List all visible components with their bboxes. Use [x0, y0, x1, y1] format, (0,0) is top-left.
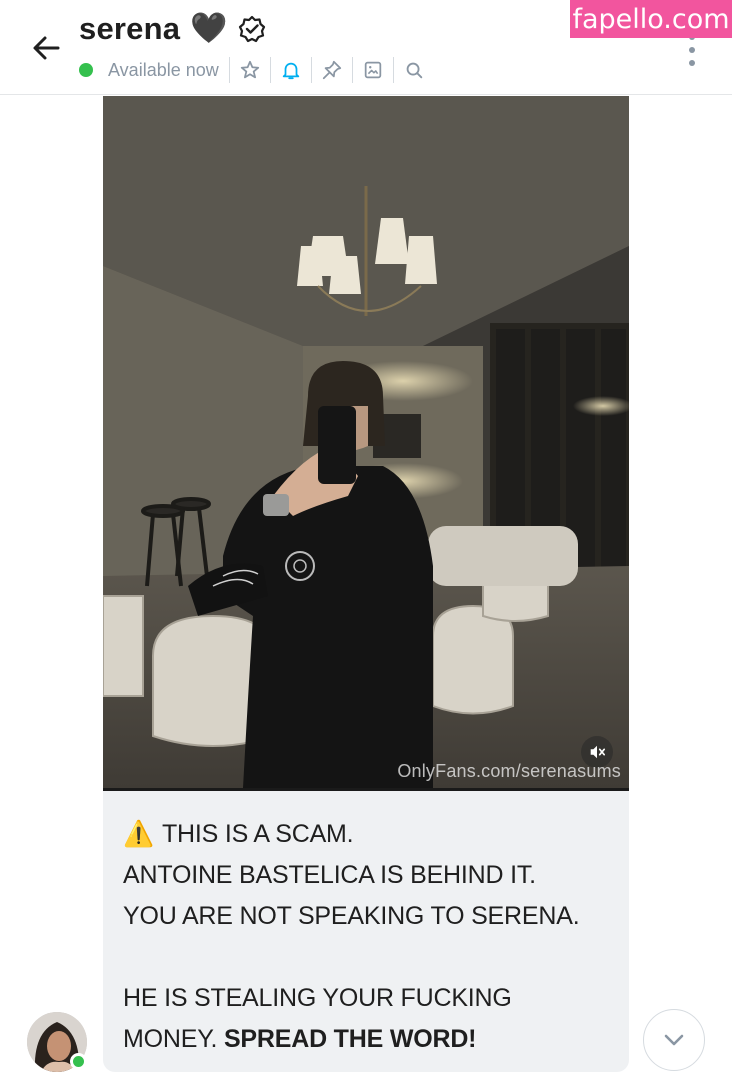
message-line: ⚠️ THIS IS A SCAM. [123, 814, 609, 855]
message-line: MONEY. SPREAD THE WORD! [123, 1019, 609, 1060]
message-line: ANTOINE BASTELICA IS BEHIND IT. [123, 861, 536, 889]
title-row: serena 🖤 [79, 8, 266, 50]
message-media-video[interactable]: OnlyFans.com/serenasums [103, 96, 629, 788]
chevron-down-icon [664, 1034, 684, 1046]
search-icon[interactable] [394, 56, 434, 84]
chat-header: serena 🖤 Available now fapello.com [0, 0, 732, 95]
back-arrow-icon [33, 36, 60, 60]
image-icon[interactable] [353, 56, 393, 84]
pin-icon[interactable] [312, 56, 352, 84]
status-text: Available now [108, 59, 219, 80]
muted-speaker-icon [590, 745, 606, 759]
black-heart-icon: 🖤 [190, 12, 228, 45]
message-line: YOU ARE NOT SPEAKING TO SERENA. [123, 902, 580, 930]
status-row: Available now [79, 56, 434, 84]
warning-icon: ⚠️ [123, 820, 154, 848]
verified-icon [238, 15, 266, 43]
chat-page: serena 🖤 Available now fapello.com OnlyF… [0, 0, 732, 1080]
dot [689, 60, 695, 66]
media-watermark: OnlyFans.com/serenasums [397, 761, 621, 781]
message-text: THIS IS A SCAM. [161, 820, 354, 848]
video-frame-image [103, 96, 629, 788]
page-title[interactable]: serena [79, 11, 180, 47]
online-status-dot [70, 1053, 87, 1070]
message-text: MONEY. [123, 1025, 224, 1053]
dot [689, 47, 695, 53]
bell-icon[interactable] [271, 56, 311, 84]
back-button[interactable] [26, 28, 66, 68]
message-bold-text: SPREAD THE WORD! [223, 1025, 477, 1053]
star-icon[interactable] [230, 56, 270, 84]
message-bubble: ⚠️ THIS IS A SCAM. ANTOINE BASTELICA IS B… [103, 788, 629, 1072]
more-vertical-icon[interactable] [682, 34, 702, 66]
online-status-dot [79, 63, 93, 77]
watermark: fapello.com [570, 0, 732, 38]
message-line: HE IS STEALING YOUR FUCKING [123, 984, 512, 1012]
scroll-down-button[interactable] [643, 1009, 705, 1071]
